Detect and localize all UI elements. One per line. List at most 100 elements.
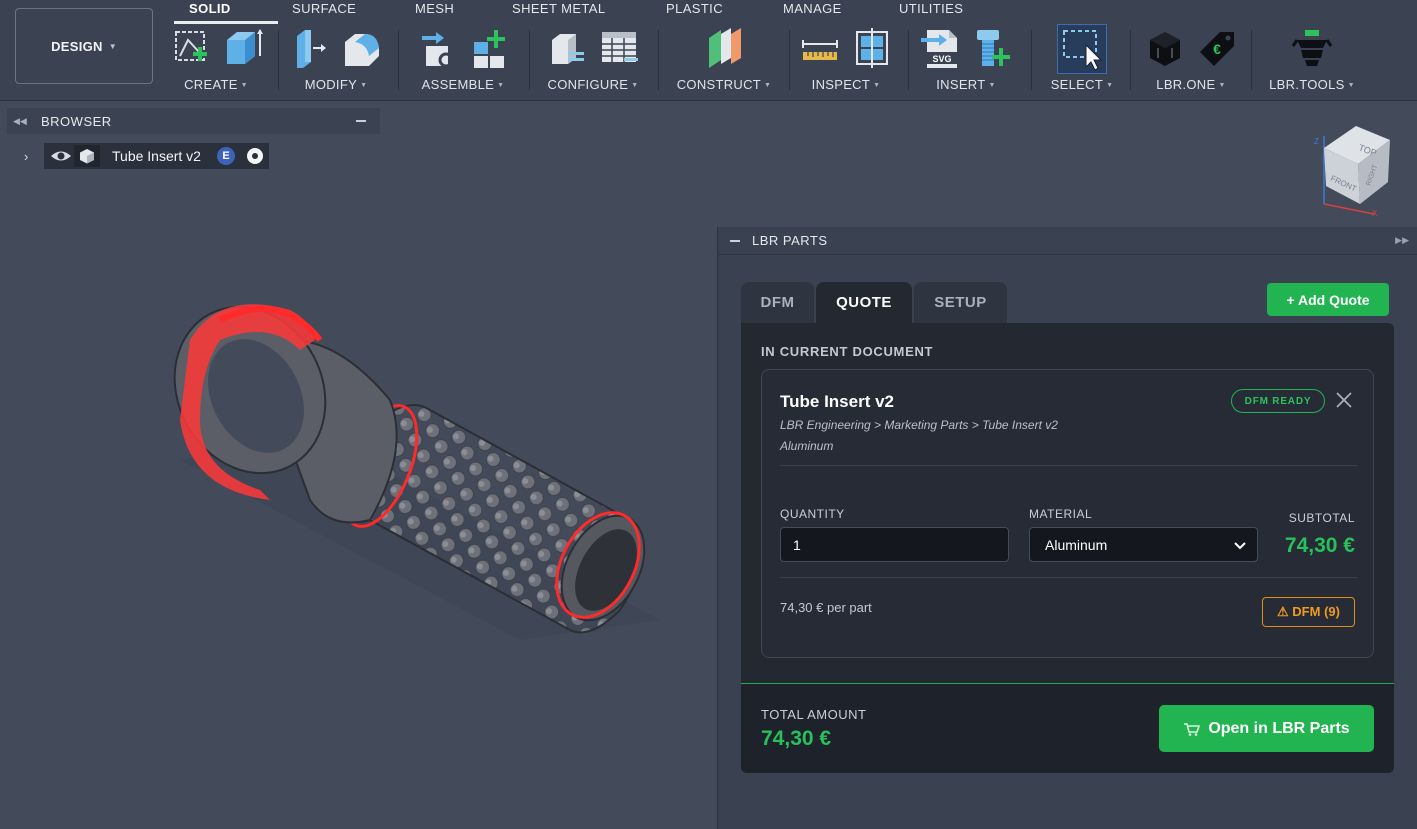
configuration-table-icon[interactable] [598, 26, 640, 70]
expand-chevron-icon[interactable]: › [24, 149, 44, 164]
group-construct-label[interactable]: CONSTRUCT ▼ [668, 77, 780, 92]
minimize-icon[interactable] [356, 120, 366, 122]
document-cube-icon [74, 145, 100, 167]
svg-text:X: X [1372, 209, 1378, 218]
tab-surface[interactable]: SURFACE [292, 1, 356, 16]
toolbar-tabs: SOLID SURFACE MESH SHEET METAL PLASTIC M… [0, 0, 1417, 20]
group-modify: MODIFY ▼ [286, 26, 386, 96]
divider [780, 577, 1357, 578]
group-create: CREATE ▼ [166, 26, 266, 96]
browser-panel-header: ◀◀ BROWSER [7, 108, 380, 134]
material-select-value: Aluminum [1045, 536, 1108, 553]
tab-plastic[interactable]: PLASTIC [666, 1, 723, 16]
joint-icon[interactable] [416, 26, 458, 70]
minimize-icon[interactable] [730, 239, 740, 242]
insert-mcmaster-bolt-icon[interactable] [971, 26, 1013, 70]
part-material-text: Aluminum [780, 439, 834, 453]
toolbar-divider [908, 30, 909, 90]
tab-mesh[interactable]: MESH [415, 1, 454, 16]
svg-text:Z: Z [1314, 137, 1319, 146]
select-box-icon[interactable] [1057, 24, 1107, 74]
group-inspect: INSPECT ▼ [796, 26, 896, 96]
toolbar: DESIGN ▼ SOLID SURFACE MESH SHEET METAL … [0, 0, 1417, 101]
subtotal-label: SUBTOTAL [1288, 511, 1355, 525]
lbr-panel-title: LBR PARTS [752, 233, 828, 248]
active-radio[interactable] [246, 148, 263, 164]
insert-svg-icon[interactable]: SVG [919, 26, 961, 70]
group-insert: SVG INSERT ▼ [916, 26, 1016, 96]
group-create-label[interactable]: CREATE ▼ [166, 77, 266, 92]
close-icon[interactable] [1334, 390, 1354, 410]
tab-sheet-metal[interactable]: SHEET METAL [512, 1, 606, 16]
part-quote-item: Tube Insert v2 LBR Engineering > Marketi… [761, 369, 1374, 658]
part-path: LBR Engineering > Marketing Parts > Tube… [780, 418, 1058, 432]
extrude-icon[interactable] [221, 26, 263, 70]
configure-part-icon[interactable] [546, 26, 588, 70]
fillet-icon[interactable] [341, 26, 383, 70]
browser-title: BROWSER [41, 113, 112, 129]
total-label: TOTAL AMOUNT [761, 707, 867, 722]
lbr-tools-icon[interactable] [1291, 26, 1333, 70]
open-in-lbr-parts-button[interactable]: Open in LBR Parts [1159, 705, 1374, 752]
section-analysis-icon[interactable] [851, 26, 893, 70]
toolbar-divider [789, 30, 790, 90]
part-name: Tube Insert v2 [780, 392, 894, 411]
tab-utilities[interactable]: UTILITIES [899, 1, 963, 16]
tab-manage[interactable]: MANAGE [783, 1, 842, 16]
group-inspect-label[interactable]: INSPECT ▼ [796, 77, 896, 92]
group-select-label[interactable]: SELECT ▼ [1040, 77, 1124, 92]
lbr-cube-icon[interactable] [1144, 26, 1186, 70]
group-insert-label[interactable]: INSERT ▼ [916, 77, 1016, 92]
group-lbr-tools: LBR.TOOLS ▼ [1262, 26, 1362, 96]
group-lbr-one-label[interactable]: LBR.ONE ▼ [1138, 77, 1244, 92]
lbr-price-tag-icon[interactable]: € [1196, 26, 1238, 70]
model-viewport-part[interactable] [160, 280, 680, 700]
workspace-label: DESIGN [51, 38, 103, 54]
subtotal-value: 74,30 € [1284, 534, 1355, 557]
press-pull-icon[interactable] [289, 26, 331, 70]
collapse-right-icon[interactable]: ▶▶ [1395, 235, 1409, 246]
measure-icon[interactable] [799, 26, 841, 70]
view-cube[interactable]: TOP FRONT RIGHT Z X [1308, 122, 1396, 218]
toolbar-divider [658, 30, 659, 90]
toolbar-divider [278, 30, 279, 90]
tab-setup[interactable]: SETUP [914, 282, 1007, 323]
price-per-part: 74,30 € per part [780, 600, 872, 615]
tab-solid[interactable]: SOLID [189, 1, 231, 16]
toolbar-divider [529, 30, 530, 90]
add-quote-button[interactable]: + Add Quote [1267, 283, 1389, 316]
group-modify-label[interactable]: MODIFY ▼ [286, 77, 386, 92]
open-button-label: Open in LBR Parts [1208, 719, 1350, 737]
create-sketch-icon[interactable] [169, 26, 211, 70]
toolbar-divider [1251, 30, 1252, 90]
group-construct: CONSTRUCT ▼ [668, 26, 780, 96]
group-lbr-one: € LBR.ONE ▼ [1138, 26, 1244, 96]
material-select[interactable]: Aluminum [1029, 527, 1258, 562]
tab-quote[interactable]: QUOTE [816, 282, 912, 323]
group-assemble-label[interactable]: ASSEMBLE ▼ [405, 77, 521, 92]
offset-plane-icon[interactable] [703, 26, 745, 70]
cart-icon [1183, 722, 1201, 736]
quantity-label: QUANTITY [780, 507, 845, 521]
svg-text:€: € [1213, 41, 1221, 57]
total-value: 74,30 € [761, 727, 832, 750]
toolbar-divider [398, 30, 399, 90]
group-lbr-tools-label[interactable]: LBR.TOOLS ▼ [1262, 77, 1362, 92]
material-label: MATERIAL [1029, 507, 1093, 521]
tab-dfm[interactable]: DFM [741, 282, 814, 323]
lbr-panel-header: LBR PARTS ▶▶ [718, 227, 1417, 255]
visibility-eye-icon[interactable] [48, 146, 74, 166]
section-title: IN CURRENT DOCUMENT [761, 344, 934, 359]
quote-footer: TOTAL AMOUNT 74,30 € Open in LBR Parts [741, 683, 1394, 773]
group-configure-label[interactable]: CONFIGURE ▼ [537, 77, 649, 92]
caret-down-icon: ▼ [108, 41, 117, 51]
edit-badge: E [216, 147, 235, 165]
quote-card: IN CURRENT DOCUMENT Tube Insert v2 LBR E… [741, 323, 1394, 773]
browser-root-item[interactable]: Tube Insert v2 E [44, 143, 269, 169]
dfm-warning-button[interactable]: ⚠ DFM (9) [1262, 597, 1355, 627]
active-tab-underline [174, 21, 278, 24]
quantity-input[interactable] [780, 527, 1009, 562]
collapse-left-icon[interactable]: ◀◀ [13, 116, 27, 127]
chevron-down-icon [1233, 538, 1247, 552]
new-component-icon[interactable] [468, 26, 510, 70]
